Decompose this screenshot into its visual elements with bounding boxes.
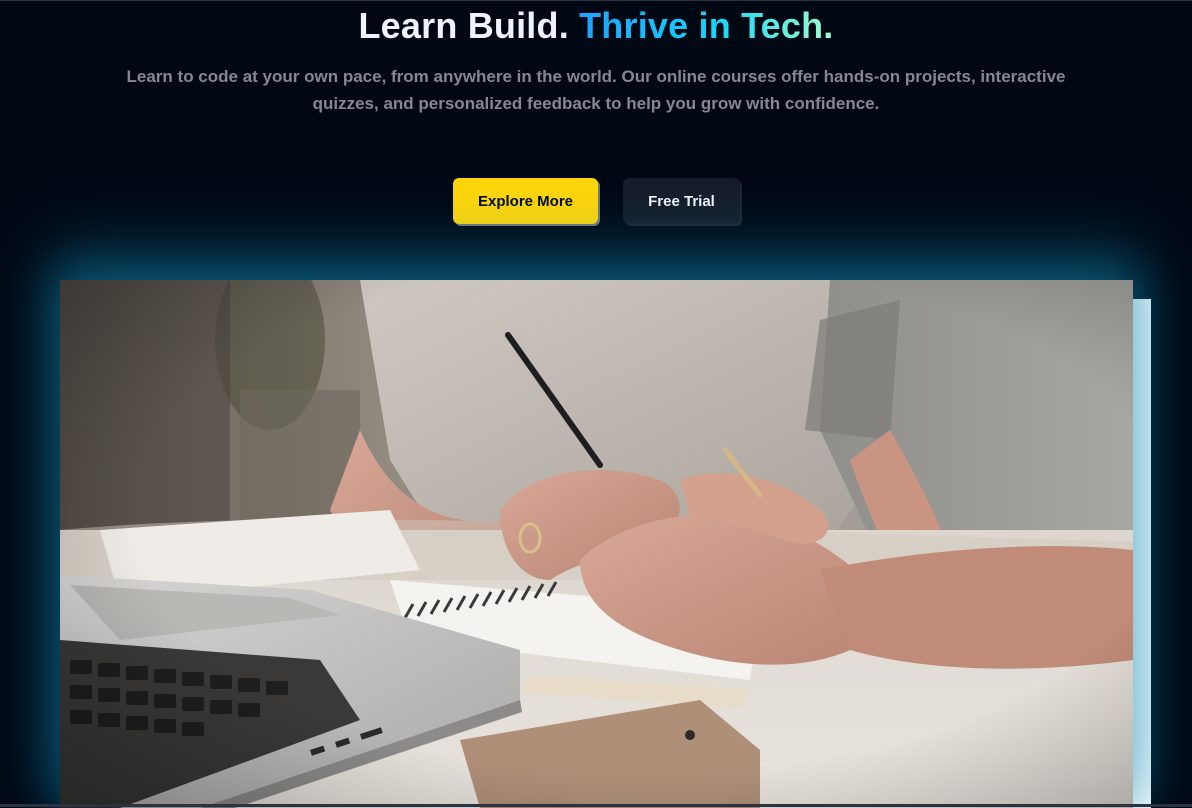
free-trial-button[interactable]: Free Trial xyxy=(623,178,740,224)
hero-photo-illustration xyxy=(60,280,1133,808)
explore-more-button[interactable]: Explore More xyxy=(453,178,598,224)
headline-accent-text: Thrive in Tech. xyxy=(579,5,834,46)
headline-main-text: Learn Build. xyxy=(358,5,580,46)
hero-photo xyxy=(60,280,1133,808)
hero-section: Learn Build. Thrive in Tech. Learn to co… xyxy=(0,0,1192,808)
hero-headline: Learn Build. Thrive in Tech. xyxy=(0,5,1192,47)
media-frame-shadow xyxy=(1133,299,1151,808)
hero-media xyxy=(60,280,1133,808)
hero-subtitle: Learn to code at your own pace, from any… xyxy=(126,67,1066,113)
